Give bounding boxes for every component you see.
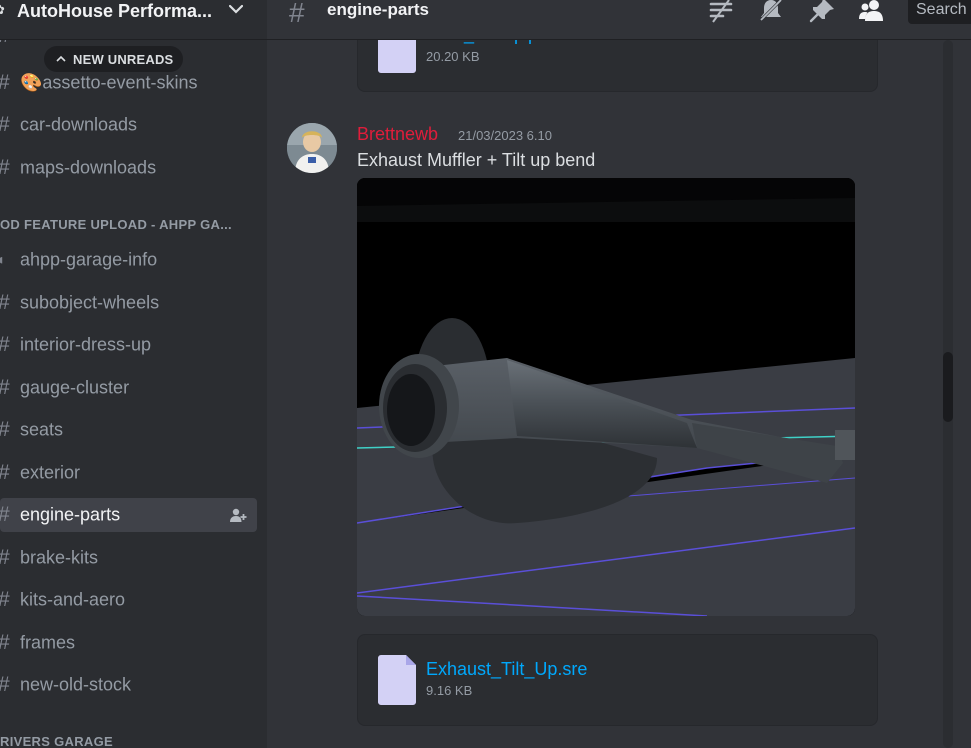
hash-icon: #: [0, 291, 10, 315]
file-size: 20.20 KB: [426, 49, 480, 64]
sidebar-item-label: 🎨assetto-event-skins: [20, 73, 198, 94]
pin-icon[interactable]: [808, 0, 836, 24]
hash-icon: #: [0, 503, 10, 527]
sidebar-item-maps-downloads[interactable]: # maps-downloads: [0, 151, 257, 185]
sidebar-item-engine-parts[interactable]: # engine-parts: [0, 498, 257, 532]
sidebar-item-subobject-wheels[interactable]: # subobject-wheels: [0, 286, 257, 320]
sidebar-item-seats[interactable]: # seats: [0, 413, 257, 447]
server-name: AutoHouse Performa...: [17, 1, 213, 21]
sidebar-item-label: exterior: [20, 462, 81, 483]
image-attachment[interactable]: [357, 178, 855, 616]
threads-icon[interactable]: [707, 0, 735, 24]
chevron-down-icon[interactable]: [229, 4, 243, 14]
sidebar-item-brake-kits[interactable]: # brake-kits: [0, 541, 257, 575]
search-input[interactable]: Search: [908, 0, 971, 24]
hash-icon: #: [0, 333, 10, 357]
channel-title: engine-parts: [327, 0, 430, 19]
sidebar-item-gauge-cluster[interactable]: # gauge-cluster: [0, 371, 257, 405]
sidebar-item-label: gauge-cluster: [20, 377, 130, 398]
sidebar-item-car-downloads[interactable]: # car-downloads: [0, 108, 257, 142]
file-size: 9.16 KB: [426, 683, 473, 698]
sidebar-item-ahpp-garage-info[interactable]: ◖ ahpp-garage-info: [0, 243, 257, 277]
sidebar-item-label: ahpp-garage-info: [20, 249, 158, 270]
channel-header: # engine-parts Search: [267, 0, 971, 40]
category-header[interactable]: RIVERS GARAGE: [0, 734, 113, 748]
create-invite-icon[interactable]: [229, 507, 247, 523]
hash-icon: #: [0, 631, 10, 655]
hash-icon: #: [0, 418, 10, 442]
file-icon: [378, 655, 416, 705]
app-window: ✿ AutoHouse Performa... # skinnig-downlo…: [0, 0, 971, 748]
chevron-up-icon: [56, 55, 66, 62]
category-header[interactable]: OD FEATURE UPLOAD - AHPP GA...: [0, 217, 232, 237]
sidebar-item-label: kits-and-aero: [20, 589, 126, 610]
sidebar-item-label: engine-parts: [20, 504, 121, 525]
sidebar-item-new-old-stock[interactable]: # new-old-stock: [0, 668, 257, 702]
hash-icon: #: [0, 71, 10, 95]
member-list-icon[interactable]: [858, 0, 886, 24]
user-avatar-image: [287, 123, 337, 173]
file-name-link[interactable]: Exhaust_Tilt_Up.sre: [426, 659, 587, 680]
hash-icon: #: [0, 546, 10, 570]
sidebar-item-label: car-downloads: [20, 114, 138, 135]
sidebar-item-label: interior-dress-up: [20, 334, 152, 355]
file-attachment[interactable]: Exhaust_Tilt_Up.sre 9.16 KB: [357, 634, 878, 726]
sidebar-item-kits-and-aero[interactable]: # kits-and-aero: [0, 583, 257, 617]
hash-icon: #: [0, 113, 10, 137]
search-placeholder: Search: [916, 1, 967, 18]
new-unreads-label: NEW UNREADS: [73, 51, 174, 67]
sidebar-item-label: new-old-stock: [20, 674, 132, 695]
sidebar-item-text: assetto-event-skins: [42, 72, 198, 93]
server-icon: ✿: [0, 3, 6, 18]
sidebar-item-label: frames: [20, 632, 76, 653]
exhaust-render-image: [357, 178, 855, 616]
new-unreads-button[interactable]: NEW UNREADS: [44, 46, 184, 72]
sidebar-item-label: maps-downloads: [20, 157, 157, 178]
sidebar-item-label: brake-kits: [20, 547, 99, 568]
hash-icon: #: [0, 673, 10, 697]
hash-icon: #: [0, 588, 10, 612]
sidebar-item-interior-dress-up[interactable]: # interior-dress-up: [0, 328, 257, 362]
server-header[interactable]: ✿ AutoHouse Performa...: [0, 0, 267, 40]
message-author[interactable]: Brettnewb: [357, 124, 438, 145]
channel-sidebar: ✿ AutoHouse Performa... # skinnig-downlo…: [0, 0, 267, 748]
palette-emoji: 🎨: [20, 72, 43, 93]
rules-icon: ◖: [0, 251, 6, 269]
sidebar-item-label: subobject-wheels: [20, 292, 160, 313]
scrollbar-thumb[interactable]: [943, 352, 953, 422]
sidebar-item-frames[interactable]: # frames: [0, 626, 257, 660]
notification-bell-muted-icon[interactable]: [757, 0, 785, 24]
hash-icon: #: [0, 376, 10, 400]
hash-icon: #: [289, 0, 305, 28]
avatar[interactable]: [287, 123, 337, 173]
message-text: Exhaust Muffler + Tilt up bend: [357, 150, 596, 170]
hash-icon: #: [0, 156, 10, 180]
sidebar-item-exterior[interactable]: # exterior: [0, 456, 257, 490]
message-timestamp: 21/03/2023 6.10: [458, 128, 552, 143]
sidebar-item-label: seats: [20, 419, 64, 440]
hash-icon: #: [0, 461, 10, 485]
